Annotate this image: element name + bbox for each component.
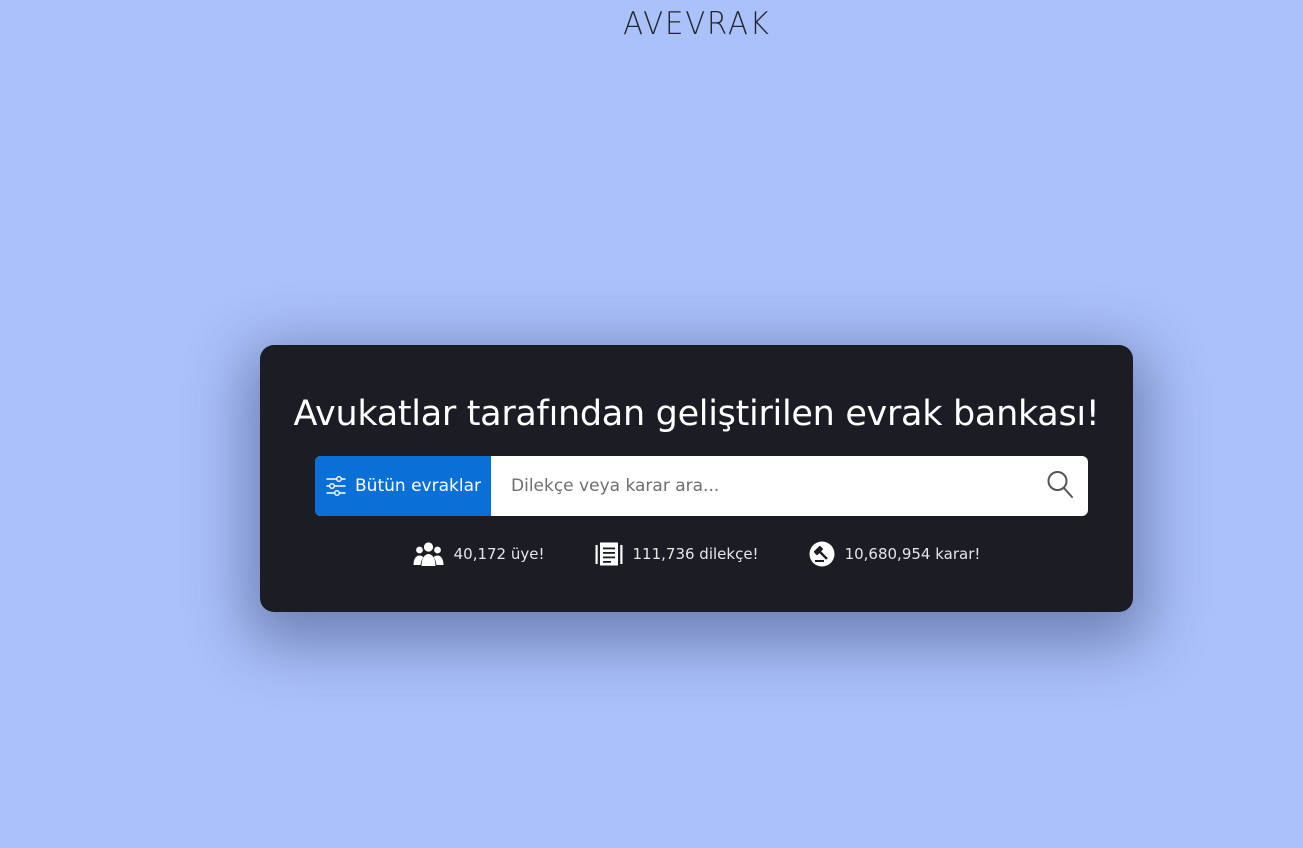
- search-input[interactable]: [491, 456, 1032, 516]
- stat-petitions-text: 111,736 dilekçe!: [632, 545, 759, 563]
- gavel-icon: [809, 541, 835, 567]
- stat-members: 40,172 üye!: [413, 538, 545, 570]
- sliders-icon: [325, 475, 347, 497]
- search-bar: Bütün evraklar: [315, 456, 1088, 516]
- site-statistics: 40,172 üye! 111,736 dilekçe! 10,680,954 …: [260, 538, 1133, 570]
- stat-decisions-text: 10,680,954 karar!: [844, 545, 981, 563]
- hero-headline: Avukatlar tarafından geliştirilen evrak …: [293, 394, 1100, 434]
- document-icon: [595, 541, 623, 567]
- stat-decisions: 10,680,954 karar!: [809, 538, 981, 570]
- magnifier-icon: [1046, 469, 1074, 503]
- search-card: Avukatlar tarafından geliştirilen evrak …: [260, 345, 1133, 612]
- users-icon: [413, 541, 444, 568]
- document-filter-button[interactable]: Bütün evraklar: [315, 456, 491, 516]
- document-filter-label: Bütün evraklar: [355, 476, 481, 496]
- site-logo[interactable]: AVEVRAK: [42, 4, 1303, 44]
- stat-members-text: 40,172 üye!: [453, 545, 545, 563]
- search-button[interactable]: [1032, 456, 1088, 516]
- stat-petitions: 111,736 dilekçe!: [595, 538, 759, 570]
